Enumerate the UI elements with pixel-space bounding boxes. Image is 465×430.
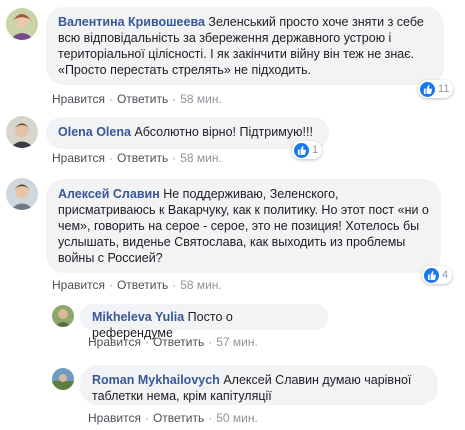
comment-author[interactable]: Алексей Славин: [58, 187, 160, 201]
avatar[interactable]: [52, 368, 74, 390]
comment-actions: Нравится · Ответить · 50 мин.: [88, 411, 258, 425]
like-icon: [294, 142, 309, 158]
comment-time[interactable]: 50 мин.: [216, 411, 258, 425]
reaction-number: 4: [442, 269, 449, 281]
separator: ·: [172, 92, 177, 106]
reply-button[interactable]: Ответить: [153, 411, 204, 425]
like-button[interactable]: Нравится: [52, 151, 105, 165]
reply-button[interactable]: Ответить: [117, 92, 168, 106]
separator: ·: [172, 278, 177, 292]
comment-bubble: Mikheleva Yulia Посто о референдуме: [80, 304, 328, 340]
avatar[interactable]: [6, 116, 38, 148]
separator: ·: [208, 411, 213, 425]
separator: ·: [208, 335, 213, 349]
comment-actions: Нравится · Ответить · 58 мин.: [52, 92, 222, 106]
separator: ·: [108, 151, 113, 165]
comment-bubble: Roman Mykhailovych Алексей Славин думаю …: [80, 365, 438, 405]
comment-bubble: Алексей Славин Не поддерживаю, Зеленског…: [46, 179, 441, 273]
reply-button[interactable]: Ответить: [117, 151, 168, 165]
comment-time[interactable]: 57 мин.: [216, 335, 258, 349]
comment-time[interactable]: 58 мин.: [180, 151, 222, 165]
comment-actions: Нравится · Ответить · 57 мин.: [88, 335, 258, 349]
comment-time[interactable]: 58 мин.: [180, 92, 222, 106]
reply-button[interactable]: Ответить: [153, 335, 204, 349]
like-icon: [424, 267, 439, 283]
avatar[interactable]: [6, 8, 38, 40]
reaction-number: 11: [438, 83, 450, 95]
separator: ·: [108, 278, 113, 292]
comment-author[interactable]: Валентина Кривошеева: [58, 15, 205, 29]
like-button[interactable]: Нравится: [52, 278, 105, 292]
like-button[interactable]: Нравится: [88, 411, 141, 425]
like-button[interactable]: Нравится: [88, 335, 141, 349]
reaction-count[interactable]: 11: [418, 80, 454, 98]
comment-actions: Нравится · Ответить · 58 мин.: [52, 151, 222, 165]
reaction-count[interactable]: 4: [422, 266, 453, 284]
comment-actions: Нравится · Ответить · 58 мин.: [52, 278, 222, 292]
separator: ·: [144, 335, 149, 349]
like-icon: [420, 81, 435, 97]
separator: ·: [144, 411, 149, 425]
like-button[interactable]: Нравится: [52, 92, 105, 106]
comment-author[interactable]: Mikheleva Yulia: [92, 310, 184, 324]
comment-author[interactable]: Roman Mykhailovych: [92, 373, 220, 387]
reply-button[interactable]: Ответить: [117, 278, 168, 292]
comment-bubble: Валентина Кривошеева Зеленський просто х…: [46, 7, 444, 85]
separator: ·: [172, 151, 177, 165]
comment-time[interactable]: 58 мин.: [180, 278, 222, 292]
comment-author[interactable]: Olena Olena: [58, 125, 131, 139]
comment-text: Абсолютно вірно! Підтримую!!!: [134, 125, 313, 139]
separator: ·: [108, 92, 113, 106]
comment-bubble: Olena Olena Абсолютно вірно! Підтримую!!…: [46, 117, 329, 149]
avatar[interactable]: [52, 305, 74, 327]
reaction-count[interactable]: 1: [292, 141, 323, 159]
reaction-number: 1: [312, 144, 319, 156]
avatar[interactable]: [6, 178, 38, 210]
